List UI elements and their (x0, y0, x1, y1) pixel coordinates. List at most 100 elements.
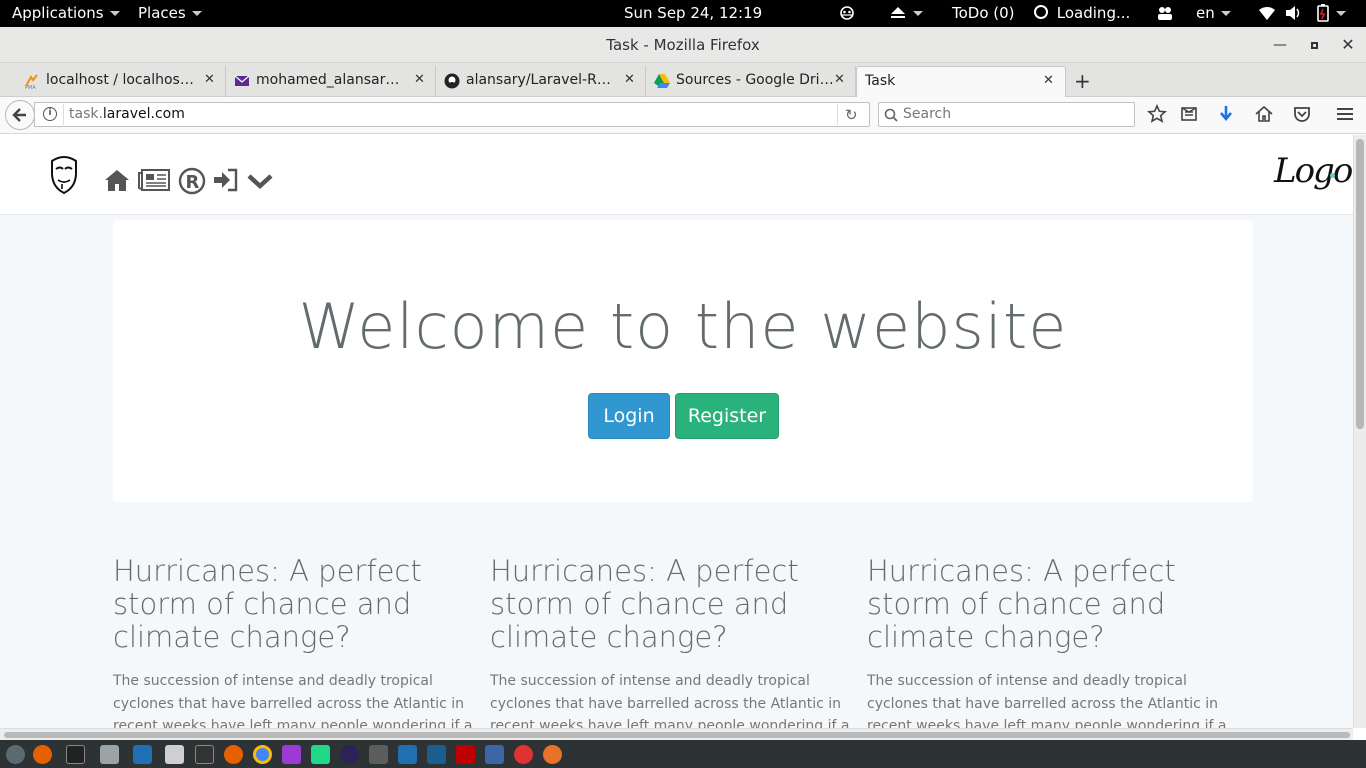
window-title: Task - Mozilla Firefox (606, 36, 760, 54)
todo-indicator[interactable]: ToDo (0) (952, 4, 1015, 22)
firefox-2-icon[interactable] (224, 745, 243, 764)
pocket-icon[interactable] (1291, 104, 1313, 126)
extension-icon[interactable] (838, 5, 856, 25)
url-text: task.laravel.com (69, 106, 185, 122)
mask-icon[interactable] (48, 155, 80, 199)
article-body: The succession of intense and deadly tro… (867, 673, 1227, 728)
menu-icon[interactable] (1334, 104, 1356, 126)
site-navbar: R Logo (0, 135, 1353, 215)
network-tool-icon[interactable] (427, 745, 446, 764)
text-editor-icon[interactable] (165, 745, 184, 764)
loading-indicator[interactable]: Loading... (1034, 4, 1130, 22)
logo-text: Logo (1274, 151, 1353, 191)
files-icon[interactable] (100, 745, 119, 764)
horizontal-scrollbar[interactable] (0, 728, 1353, 740)
news-icon[interactable] (137, 167, 171, 197)
github-icon (444, 73, 460, 89)
sublime-icon[interactable] (369, 745, 388, 764)
article-heading[interactable]: Hurricanes: A perfect storm of chance an… (490, 555, 860, 654)
close-tab-icon[interactable]: ✕ (1043, 73, 1054, 88)
tab-label: localhost / localhost /... (46, 72, 196, 88)
places-menu[interactable]: Places (138, 4, 202, 22)
wifi-icon[interactable] (1258, 5, 1276, 25)
close-tab-icon[interactable]: ✕ (624, 72, 635, 87)
register-icon[interactable]: R (177, 167, 207, 197)
activities-icon[interactable] (6, 745, 25, 764)
mail-client-icon[interactable] (485, 745, 504, 764)
article-body: The succession of intense and deadly tro… (490, 673, 850, 728)
users-icon[interactable] (1156, 5, 1174, 25)
article-card: Hurricanes: A perfect storm of chance an… (113, 555, 483, 729)
eject-icon[interactable] (889, 5, 923, 25)
article-card: Hurricanes: A perfect storm of chance an… (867, 555, 1237, 729)
taskbar (0, 740, 1366, 768)
clock[interactable]: Sun Sep 24, 12:19 (624, 4, 762, 22)
loading-label: Loading... (1056, 4, 1131, 22)
close-tab-icon[interactable]: ✕ (834, 72, 845, 87)
home-browser-icon[interactable] (1253, 104, 1275, 126)
umbrello-icon[interactable] (514, 745, 533, 764)
tab-github[interactable]: alansary/Laravel-RES... ✕ (436, 66, 646, 97)
login-icon[interactable] (212, 167, 240, 197)
page-viewport: R Logo Welcome to the website Login Regi… (0, 135, 1353, 728)
logo-dot (1330, 173, 1335, 178)
url-bar[interactable]: i task.laravel.com ↻ (34, 102, 870, 127)
close-tab-icon[interactable]: ✕ (204, 72, 215, 87)
vscode-icon[interactable] (133, 745, 152, 764)
chrome-icon[interactable] (253, 745, 272, 764)
vertical-scroll-thumb[interactable] (1356, 139, 1364, 429)
tab-task[interactable]: Task ✕ (856, 66, 1066, 97)
home-icon[interactable] (104, 167, 130, 197)
postman-icon[interactable] (543, 745, 562, 764)
firefox-icon[interactable] (33, 745, 52, 764)
pycharm-icon[interactable] (311, 745, 330, 764)
tab-mail[interactable]: mohamed_alansary@... ✕ (226, 66, 436, 97)
window-title-bar: Task - Mozilla Firefox — ✕ (0, 27, 1366, 63)
tab-label: Task (865, 73, 896, 89)
eclipse-icon[interactable] (340, 745, 359, 764)
tab-google-drive[interactable]: Sources - Google Drive ✕ (646, 66, 856, 97)
login-button[interactable]: Login (588, 393, 670, 439)
volume-icon[interactable] (1285, 5, 1303, 25)
minimize-icon[interactable]: — (1270, 35, 1290, 55)
terminal-2-icon[interactable] (195, 745, 214, 764)
maximize-icon[interactable] (1304, 35, 1324, 55)
navigation-toolbar: i task.laravel.com ↻ Search (0, 97, 1366, 134)
phpmyadmin-icon: PMA (24, 73, 40, 91)
search-placeholder: Search (903, 106, 952, 122)
phpstorm-icon[interactable] (282, 745, 301, 764)
search-box[interactable]: Search (878, 102, 1135, 127)
download-icon[interactable] (1215, 104, 1237, 126)
applications-menu[interactable]: Applications (12, 4, 120, 22)
vscode-2-icon[interactable] (398, 745, 417, 764)
chevron-down-icon[interactable] (246, 171, 274, 201)
new-tab-icon[interactable]: + (1074, 69, 1091, 93)
bookmark-star-icon[interactable] (1146, 104, 1168, 126)
places-label: Places (138, 4, 186, 22)
battery-icon[interactable] (1316, 4, 1350, 26)
article-heading[interactable]: Hurricanes: A perfect storm of chance an… (867, 555, 1237, 654)
tab-phpmyadmin[interactable]: PMA localhost / localhost /... ✕ (18, 66, 226, 97)
mail-icon (234, 73, 250, 89)
reading-list-icon[interactable] (1178, 104, 1200, 126)
filezilla-icon[interactable] (456, 745, 475, 764)
google-drive-icon (654, 73, 670, 89)
system-top-bar: Applications Places Sun Sep 24, 12:19 To… (0, 0, 1366, 27)
svg-text:R: R (186, 172, 200, 193)
info-icon[interactable]: i (43, 107, 57, 121)
hero-title: Welcome to the website (298, 290, 1068, 363)
article-body: The succession of intense and deadly tro… (113, 673, 473, 728)
terminal-icon[interactable] (66, 745, 85, 764)
language-menu[interactable]: en (1196, 4, 1231, 22)
applications-label: Applications (12, 4, 104, 22)
register-button[interactable]: Register (675, 393, 779, 439)
close-window-icon[interactable]: ✕ (1338, 35, 1358, 55)
back-icon[interactable] (5, 100, 35, 130)
vertical-scrollbar[interactable] (1353, 135, 1366, 728)
hero-panel: Welcome to the website Login Register (113, 220, 1253, 502)
horizontal-scroll-thumb[interactable] (4, 732, 1350, 738)
brand-logo[interactable]: Logo (1272, 145, 1353, 215)
reload-icon[interactable]: ↻ (845, 106, 858, 124)
close-tab-icon[interactable]: ✕ (414, 72, 425, 87)
article-heading[interactable]: Hurricanes: A perfect storm of chance an… (113, 555, 483, 654)
